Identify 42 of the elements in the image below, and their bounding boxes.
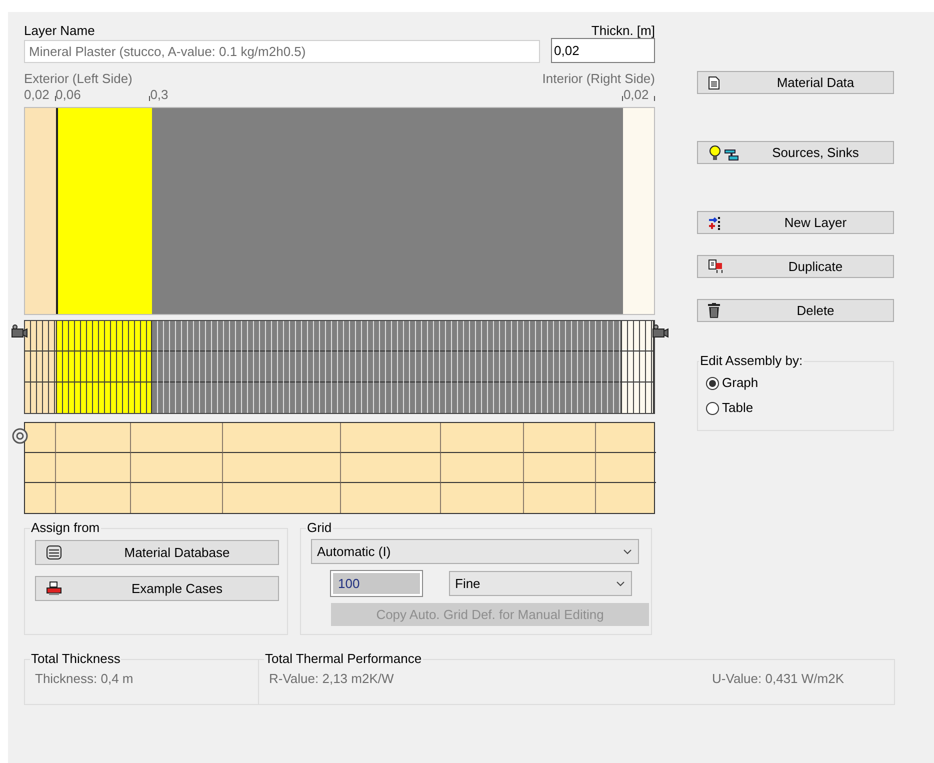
radio-option[interactable]: Table xyxy=(704,393,887,423)
grid-mode-dropdown[interactable]: Automatic (I) xyxy=(311,539,639,564)
u-value: U-Value: 0,431 W/m2K xyxy=(712,671,844,688)
target-icon xyxy=(12,428,28,444)
exterior-label: Exterior (Left Side) xyxy=(24,72,132,86)
grid-count-field[interactable]: 100 xyxy=(331,571,422,596)
field-label: Layer Name xyxy=(24,22,95,40)
sensor-icon xyxy=(651,324,669,340)
group-title: Assign from xyxy=(30,520,101,536)
thickness-field[interactable]: 0,02 xyxy=(551,38,655,63)
group-title: Total Thickness xyxy=(30,651,122,667)
sources-sinks-button[interactable]: Sources, Sinks xyxy=(697,141,894,164)
example-cases-button[interactable]: Example Cases xyxy=(35,576,279,601)
chevron-down-icon xyxy=(616,580,625,586)
material-database-button[interactable]: Material Database xyxy=(35,540,279,565)
delete-button[interactable]: Delete xyxy=(697,299,894,322)
database-icon xyxy=(46,545,62,560)
layer-thickness-label: 0,3 xyxy=(150,88,168,102)
grid-resolution-dropdown[interactable]: Fine xyxy=(449,571,632,596)
trash-icon xyxy=(708,303,720,318)
field-label: Thickn. [m] xyxy=(591,22,655,40)
group-title: Edit Assembly by: xyxy=(699,353,804,369)
layer-thickness-label: 0,02 xyxy=(24,88,50,102)
material-data-button[interactable]: Material Data xyxy=(697,71,894,94)
doc-icon xyxy=(708,76,720,90)
layer-thickness-label: 0,06 xyxy=(56,88,81,102)
new-layer-icon xyxy=(708,216,722,230)
chevron-down-icon xyxy=(623,548,632,554)
group-title: Total Thermal Performance xyxy=(264,651,423,667)
duplicate-icon xyxy=(708,259,724,274)
interior-label: Interior (Right Side) xyxy=(542,72,655,86)
assembly-layer[interactable] xyxy=(25,108,58,314)
radio-option[interactable]: Graph xyxy=(704,373,887,393)
layer-thickness-label: 0,02 xyxy=(623,88,649,102)
r-value: R-Value: 2,13 m2K/W xyxy=(269,671,394,688)
new-layer-button[interactable]: New Layer xyxy=(697,211,894,234)
layer-name-field[interactable]: Mineral Plaster (stucco, A-value: 0.1 kg/m2h0.5) xyxy=(24,40,540,63)
printer-icon xyxy=(46,581,62,596)
duplicate-button[interactable]: Duplicate xyxy=(697,255,894,278)
total-thickness-value: Thickness: 0,4 m xyxy=(35,671,134,686)
group-title: Grid xyxy=(306,520,333,536)
sensor-icon xyxy=(10,324,28,340)
